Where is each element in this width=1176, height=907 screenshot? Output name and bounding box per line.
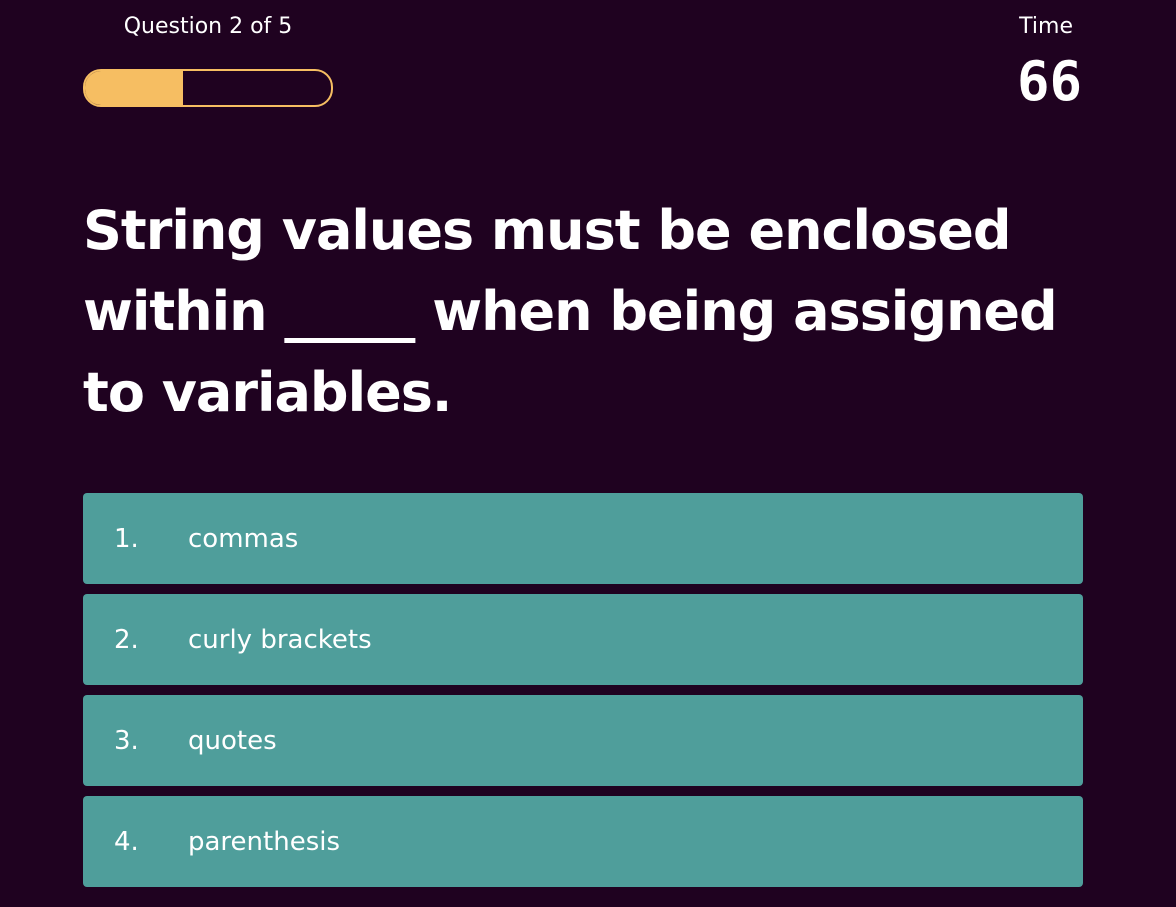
answer-label: quotes <box>188 725 277 756</box>
answer-number: 3. <box>114 725 139 756</box>
answer-label: curly brackets <box>188 624 372 655</box>
time-value: 66 <box>1016 50 1082 113</box>
answer-label: parenthesis <box>188 826 341 857</box>
answer-option-3[interactable]: 3. quotes <box>83 695 1083 786</box>
answer-list: 1. commas 2. curly brackets 3. quotes 4. par… <box>83 493 1083 897</box>
question-text: String values must be enclosed within __… <box>83 199 1058 424</box>
answer-number: 1. <box>114 523 139 554</box>
progress-bar <box>83 69 333 107</box>
time-label: Time <box>1019 14 1073 39</box>
answer-option-1[interactable]: 1. commas <box>83 493 1083 584</box>
answer-label: commas <box>188 523 299 554</box>
question-counter: Question 2 of 5 <box>123 14 293 39</box>
answer-option-4[interactable]: 4. parenthesis <box>83 796 1083 887</box>
answer-option-2[interactable]: 2. curly brackets <box>83 594 1083 685</box>
answer-number: 4. <box>114 826 139 857</box>
progress-fill <box>85 71 184 105</box>
answer-number: 2. <box>114 624 139 655</box>
